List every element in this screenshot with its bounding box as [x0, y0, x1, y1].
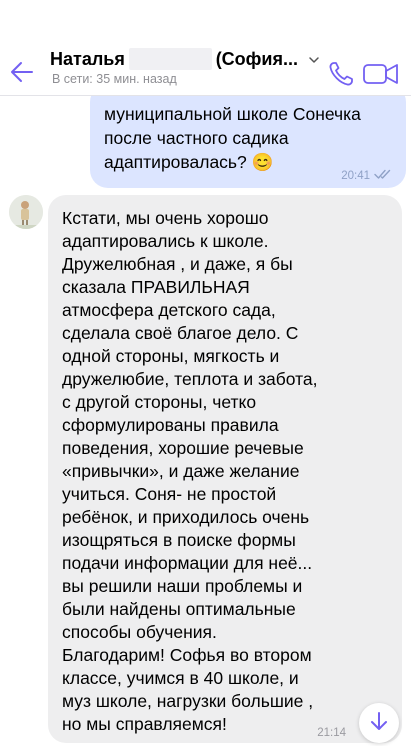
chevron-down-icon: [308, 53, 320, 65]
header-divider: [0, 95, 411, 96]
message-line: способы обучения.: [62, 622, 217, 642]
outgoing-message-meta: 20:41: [341, 169, 392, 182]
back-arrow-icon: [10, 61, 34, 88]
message-line: адаптировались к школе.: [62, 231, 269, 251]
message-line: сформулированы правила: [62, 415, 279, 435]
message-line: дружелюбие, теплота и забота,: [62, 369, 318, 389]
arrow-down-icon: [368, 710, 390, 737]
message-line: Кстати, мы очень хорошо: [62, 208, 269, 228]
avatar[interactable]: [9, 195, 43, 229]
contact-title[interactable]: Наталья (София...: [50, 48, 320, 70]
message-line: атмосфера детского сада,: [62, 300, 276, 320]
back-button[interactable]: [4, 56, 40, 92]
message-line: с другой стороны, четко: [62, 392, 257, 412]
contact-name-first: Наталья: [50, 48, 125, 69]
chat-header: Наталья (София... В сети: 35 мин. назад: [0, 0, 411, 96]
message-line: учиться. Соня- не простой: [62, 484, 277, 504]
video-camera-icon: [362, 64, 400, 92]
message-line: муниципальной школе Сонечка: [104, 104, 361, 124]
message-time: 21:14: [317, 727, 346, 739]
message-line: после частного садика: [104, 128, 289, 148]
double-check-icon: [374, 169, 392, 182]
message-line: сделала своё благое дело. С: [62, 323, 299, 343]
message-line: муз школе, нагрузки большие ,: [62, 691, 314, 711]
contact-status: В сети: 35 мин. назад: [52, 72, 177, 86]
redacted-name-mask: [128, 48, 212, 70]
message-line: изощряться в поиске формы: [62, 530, 296, 550]
video-call-button[interactable]: [362, 60, 400, 88]
call-button[interactable]: [327, 60, 355, 88]
message-time: 20:41: [341, 169, 370, 182]
message-line: классе, учимся в 40 школе, и: [62, 668, 299, 688]
message-line: сказала ПРАВИЛЬНАЯ: [62, 277, 250, 297]
outgoing-message-bubble[interactable]: муниципальной школе Сонечка после частно…: [90, 84, 406, 188]
contact-name-second: (София...: [215, 48, 298, 69]
message-line: вы решили наши проблемы и: [62, 576, 303, 596]
scroll-to-bottom-button[interactable]: [359, 703, 399, 743]
message-line: подачи информации для неё...: [62, 553, 313, 573]
message-line: Дружелюбная , и даже, я бы: [62, 254, 293, 274]
message-line: одной стороны, мягкость и: [62, 346, 280, 366]
incoming-message-bubble[interactable]: Кстати, мы очень хорошо адаптировались к…: [48, 195, 402, 743]
outgoing-message-text: муниципальной школе Сонечка после частно…: [104, 102, 392, 174]
message-line: ребёнок, и приходилось очень: [62, 507, 310, 527]
phone-icon: [327, 62, 355, 92]
message-line: поведения, хорошие речевые: [62, 438, 304, 458]
message-line: были найдены оптимальные: [62, 599, 296, 619]
message-line: Благодарим! Софья во втором: [62, 645, 312, 665]
incoming-message-text: Кстати, мы очень хорошо адаптировались к…: [62, 207, 388, 736]
message-line: «привычки», и даже желание: [62, 461, 300, 481]
